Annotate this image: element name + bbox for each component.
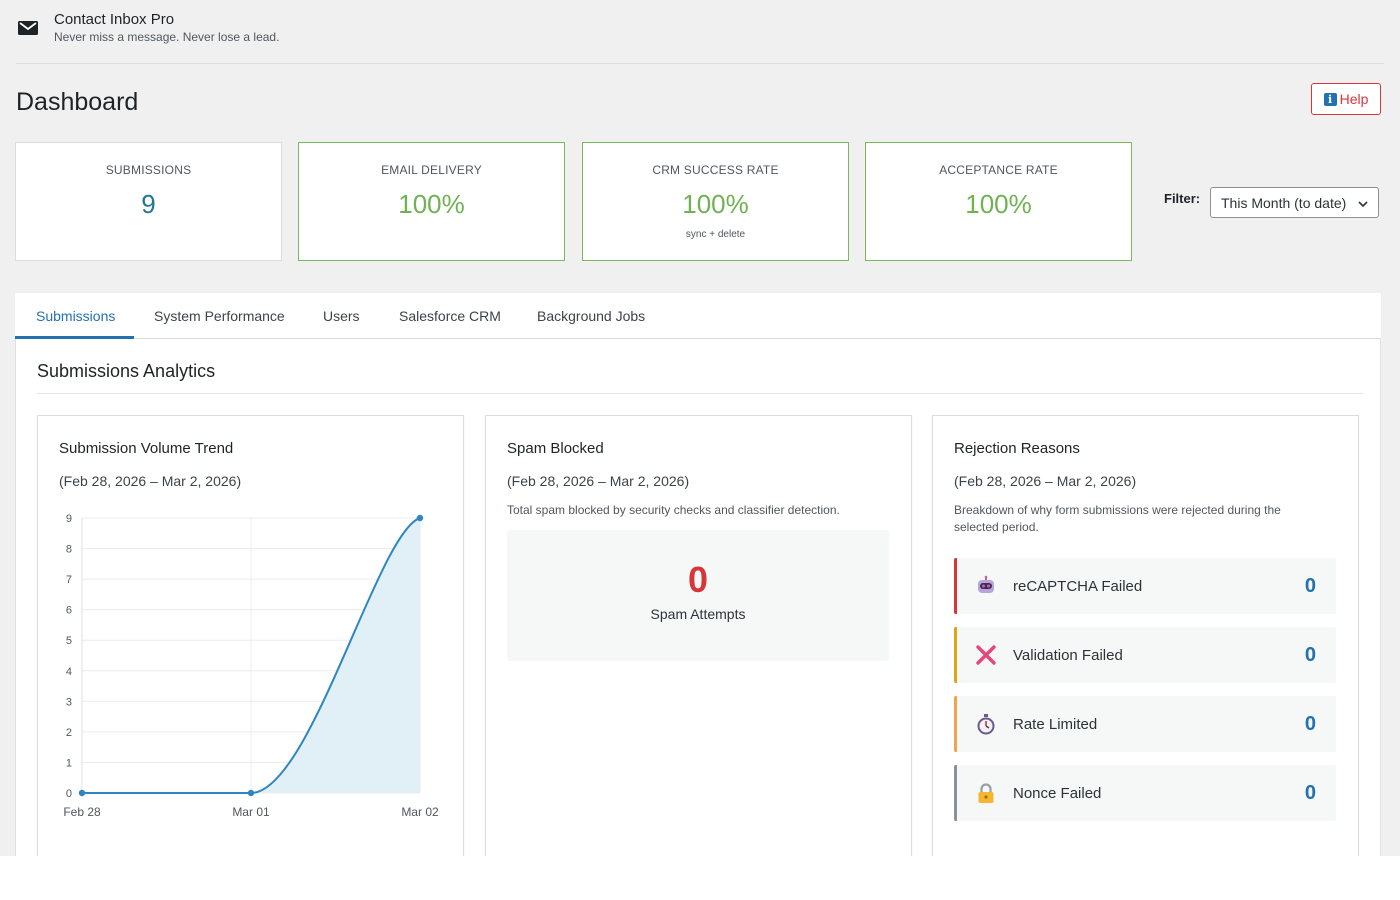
help-button-label: Help <box>1339 91 1369 107</box>
data-point <box>416 514 424 522</box>
reason-count: 0 <box>1304 643 1316 666</box>
stat-value: 9 <box>141 189 156 219</box>
card-date-range: (Feb 28, 2026 – Mar 2, 2026) <box>507 473 690 489</box>
spam-count-box: 0 Spam Attempts <box>507 530 889 661</box>
rejection-reasons-card: Rejection Reasons (Feb 28, 2026 – Mar 2,… <box>932 415 1359 856</box>
spam-count-label: Spam Attempts <box>650 606 746 622</box>
period-filter-select[interactable]: This Month (to date) <box>1210 187 1379 218</box>
reason-label: reCAPTCHA Failed <box>1013 577 1143 595</box>
reason-count: 0 <box>1304 574 1316 597</box>
y-tick-label: 0 <box>66 788 72 800</box>
tab-users[interactable]: Users <box>323 293 360 339</box>
stat-card-crm-success-rate: CRM SUCCESS RATE 100% sync + delete <box>582 142 849 261</box>
volume-trend-card: Submission Volume Trend (Feb 28, 2026 – … <box>37 415 464 856</box>
cross-mark-icon <box>975 644 997 666</box>
reason-count: 0 <box>1304 712 1316 735</box>
reason-row-validation: Validation Failed 0 <box>954 627 1336 683</box>
stat-card-email-delivery: EMAIL DELIVERY 100% <box>298 142 565 261</box>
header-divider <box>16 63 1384 64</box>
help-button[interactable]: i Help <box>1311 83 1381 115</box>
card-title: Rejection Reasons <box>954 440 1080 457</box>
y-tick-label: 4 <box>66 666 72 678</box>
filter-selected-value: This Month (to date) <box>1221 194 1347 211</box>
stat-note: sync + delete <box>685 229 746 240</box>
y-tick-label: 3 <box>66 696 72 708</box>
filter-label: Filter: <box>1164 191 1201 206</box>
y-tick-label: 7 <box>66 574 72 586</box>
stopwatch-icon <box>975 713 997 735</box>
y-tick-label: 9 <box>66 513 72 525</box>
tab-system-performance[interactable]: System Performance <box>154 293 285 339</box>
x-tick-label: Mar 02 <box>401 805 439 819</box>
reason-label: Nonce Failed <box>1013 784 1102 802</box>
lock-icon <box>975 782 997 804</box>
data-point <box>78 789 86 797</box>
card-title: Submission Volume Trend <box>59 440 234 457</box>
reason-label: Rate Limited <box>1013 715 1098 733</box>
y-tick-label: 8 <box>66 544 72 556</box>
spam-count: 0 <box>687 559 709 600</box>
chevron-down-icon <box>1357 197 1369 213</box>
x-tick-label: Mar 01 <box>232 805 270 819</box>
reason-row-recaptcha: reCAPTCHA Failed 0 <box>954 558 1336 614</box>
stat-label: EMAIL DELIVERY <box>381 163 482 177</box>
x-tick-label: Feb 28 <box>63 805 101 819</box>
stat-label: SUBMISSIONS <box>105 163 192 177</box>
spam-blocked-card: Spam Blocked (Feb 28, 2026 – Mar 2, 2026… <box>485 415 912 856</box>
card-description: Breakdown of why form submissions were r… <box>954 503 1281 534</box>
tab-background-jobs[interactable]: Background Jobs <box>537 293 645 339</box>
stat-value: 100% <box>682 189 749 219</box>
stat-card-acceptance-rate: ACCEPTANCE RATE 100% <box>865 142 1132 261</box>
card-title: Spam Blocked <box>507 440 604 457</box>
tab-bar: Submissions System Performance Users Sal… <box>15 293 1381 339</box>
y-tick-label: 5 <box>66 635 72 647</box>
app-header: Contact Inbox Pro Never miss a message. … <box>16 8 279 48</box>
card-date-range: (Feb 28, 2026 – Mar 2, 2026) <box>59 473 242 489</box>
tab-submissions[interactable]: Submissions <box>15 293 134 339</box>
stat-value: 100% <box>965 189 1032 219</box>
stat-label: CRM SUCCESS RATE <box>652 163 779 177</box>
page-title: Dashboard <box>16 88 139 116</box>
info-icon: i <box>1323 92 1337 106</box>
y-tick-label: 1 <box>66 757 72 769</box>
reason-label: Validation Failed <box>1013 646 1123 664</box>
reason-row-rate-limited: Rate Limited 0 <box>954 696 1336 752</box>
envelope-icon <box>16 16 40 40</box>
card-description: Total spam blocked by security checks an… <box>507 503 840 517</box>
section-title: Submissions Analytics <box>37 361 216 381</box>
tab-salesforce-crm[interactable]: Salesforce CRM <box>399 293 501 339</box>
y-tick-label: 2 <box>66 727 72 739</box>
robot-icon <box>975 575 997 597</box>
reason-count: 0 <box>1304 781 1316 804</box>
app-title: Contact Inbox Pro <box>54 11 175 28</box>
stat-value: 100% <box>398 189 465 219</box>
volume-trend-chart: 0 1 2 3 4 5 6 7 8 9 Feb 28 Mar 01 Mar 02 <box>63 513 439 819</box>
app-tagline: Never miss a message. Never lose a lead. <box>54 30 280 44</box>
data-point <box>247 789 255 797</box>
stat-card-submissions: SUBMISSIONS 9 <box>15 142 282 261</box>
card-date-range: (Feb 28, 2026 – Mar 2, 2026) <box>954 473 1137 489</box>
dashboard-page: Contact Inbox Pro Never miss a message. … <box>0 0 1400 856</box>
reason-row-nonce: Nonce Failed 0 <box>954 765 1336 821</box>
section-divider <box>37 393 1363 394</box>
y-tick-label: 6 <box>66 605 72 617</box>
stat-label: ACCEPTANCE RATE <box>939 163 1058 177</box>
